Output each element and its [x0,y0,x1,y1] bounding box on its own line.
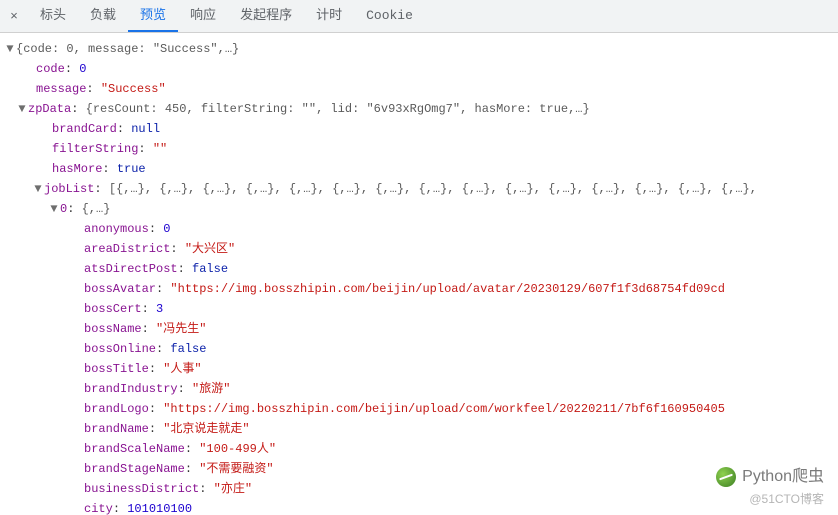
prop-value: "冯先生" [156,322,206,336]
prop-value: "" [153,142,167,156]
prop-key[interactable]: anonymous [84,222,149,236]
tab-headers[interactable]: 标头 [28,0,78,32]
prop-key[interactable]: bossName [84,322,142,336]
prop-value: false [192,262,228,276]
prop-key[interactable]: filterString [52,142,138,156]
prop-key[interactable]: bossAvatar [84,282,156,296]
prop-key[interactable]: bossOnline [84,342,156,356]
prop-key[interactable]: brandName [84,422,149,436]
prop-key[interactable]: bossCert [84,302,142,316]
tab-payload[interactable]: 负载 [78,0,128,32]
prop-value: "https://img.bosszhipin.com/beijin/uploa… [170,282,725,296]
prop-value: null [131,122,160,136]
prop-value: true [117,162,146,176]
root-summary[interactable]: {code: 0, message: "Success",…} [16,42,239,56]
triangle-down-icon[interactable]: ▼ [48,199,60,219]
prop-key[interactable]: brandLogo [84,402,149,416]
triangle-down-icon[interactable]: ▼ [16,99,28,119]
prop-value: 101010100 [127,502,192,515]
close-icon[interactable]: × [0,9,28,24]
prop-key[interactable]: hasMore [52,162,102,176]
triangle-down-icon[interactable]: ▼ [4,39,16,59]
prop-key[interactable]: bossTitle [84,362,149,376]
tab-cookies[interactable]: Cookie [354,0,425,32]
tab-initiator[interactable]: 发起程序 [228,0,304,32]
prop-value: "不需要融资" [199,462,273,476]
triangle-down-icon[interactable]: ▼ [32,179,44,199]
tab-response[interactable]: 响应 [178,0,228,32]
prop-key[interactable]: areaDistrict [84,242,170,256]
prop-key[interactable]: businessDistrict [84,482,199,496]
prop-value: "北京说走就走" [163,422,249,436]
prop-key[interactable]: zpData [28,102,71,116]
prop-value: "人事" [163,362,201,376]
prop-key[interactable]: brandIndustry [84,382,178,396]
prop-value: false [170,342,206,356]
prop-key[interactable]: brandCard [52,122,117,136]
prop-value: "大兴区" [185,242,235,256]
prop-key[interactable]: atsDirectPost [84,262,178,276]
prop-value: "https://img.bosszhipin.com/beijin/uploa… [163,402,725,416]
object-summary[interactable]: {resCount: 450, filterString: "", lid: "… [86,102,590,116]
devtools-tab-bar: × 标头 负载 预览 响应 发起程序 计时 Cookie [0,0,838,33]
prop-value: "旅游" [192,382,230,396]
prop-key[interactable]: code [36,62,65,76]
preview-panel[interactable]: ▼{code: 0, message: "Success",…} ▼code: … [0,33,838,515]
prop-value: 0 [79,62,86,76]
prop-key[interactable]: brandStageName [84,462,185,476]
prop-key[interactable]: brandScaleName [84,442,185,456]
prop-key[interactable]: jobList [44,182,94,196]
prop-value: "亦庄" [214,482,252,496]
prop-value: "100-499人" [199,442,276,456]
object-summary[interactable]: {,…} [82,202,111,216]
prop-value: "Success" [101,82,166,96]
tab-preview[interactable]: 预览 [128,0,178,32]
prop-key[interactable]: city [84,502,113,515]
array-summary[interactable]: [{,…}, {,…}, {,…}, {,…}, {,…}, {,…}, {,…… [109,182,757,196]
tab-timing[interactable]: 计时 [304,0,354,32]
prop-value: 0 [163,222,170,236]
prop-key[interactable]: message [36,82,86,96]
prop-value: 3 [156,302,163,316]
